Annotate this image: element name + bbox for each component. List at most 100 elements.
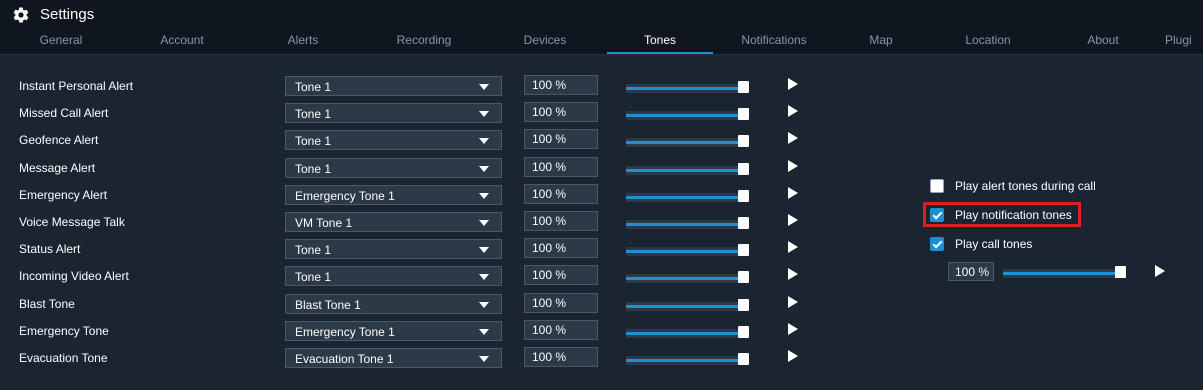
- tone-select[interactable]: Tone 1: [285, 76, 502, 96]
- tone-select[interactable]: Blast Tone 1: [285, 293, 502, 314]
- slider-thumb[interactable]: [738, 244, 749, 257]
- play-icon[interactable]: [788, 214, 798, 226]
- tab-notifications[interactable]: Notifications: [721, 28, 827, 52]
- volume-field[interactable]: 100 %: [524, 102, 598, 123]
- tone-select[interactable]: Evacuation Tone 1: [285, 348, 502, 368]
- chevron-down-icon: [479, 328, 489, 335]
- tone-select[interactable]: Emergency Tone 1: [285, 320, 502, 341]
- tone-select[interactable]: Tone 1: [285, 266, 502, 287]
- tone-select[interactable]: Emergency Tone 1: [285, 184, 502, 205]
- volume-slider[interactable]: [626, 81, 754, 95]
- play-icon[interactable]: [788, 105, 798, 118]
- tab-devices[interactable]: Devices: [492, 28, 598, 52]
- slider-thumb[interactable]: [738, 189, 749, 202]
- slider-fill: [626, 114, 748, 118]
- tone-row: Incoming Video Alert Tone 1 100 %: [0, 265, 820, 288]
- call-volume-field[interactable]: 100 %: [948, 262, 994, 281]
- slider-thumb[interactable]: [738, 217, 749, 229]
- tone-select[interactable]: Tone 1: [285, 239, 502, 260]
- volume-field[interactable]: 100 %: [524, 183, 598, 204]
- tab-account[interactable]: Account: [129, 28, 235, 52]
- tone-select[interactable]: VM Tone 1: [285, 212, 502, 232]
- slider-thumb[interactable]: [738, 298, 749, 311]
- tone-select-value: Tone 1: [295, 270, 332, 285]
- tone-row-label: Incoming Video Alert: [19, 269, 129, 284]
- chevron-down-icon: [479, 192, 489, 199]
- play-icon[interactable]: [788, 295, 798, 308]
- play-icon[interactable]: [788, 78, 798, 90]
- slider-fill: [626, 168, 748, 172]
- volume-slider[interactable]: [626, 325, 754, 340]
- tab-about[interactable]: About: [1050, 28, 1156, 52]
- play-alert-during-call-label: Play alert tones during call: [955, 179, 1096, 193]
- slider-fill: [626, 359, 748, 362]
- tab-bar: General Account Alerts Recording Devices…: [0, 28, 1203, 55]
- tone-row: Emergency Alert Emergency Tone 1 100 %: [0, 183, 820, 207]
- volume-slider[interactable]: [626, 353, 754, 367]
- gear-icon: [13, 7, 29, 23]
- chevron-down-icon: [479, 111, 489, 118]
- slider-thumb[interactable]: [738, 162, 749, 175]
- play-icon[interactable]: [1155, 265, 1165, 277]
- volume-slider[interactable]: [626, 135, 754, 149]
- play-icon[interactable]: [788, 132, 798, 145]
- tab-general[interactable]: General: [8, 28, 114, 52]
- volume-slider[interactable]: [626, 244, 754, 258]
- tone-select[interactable]: Tone 1: [285, 157, 502, 178]
- slider-fill: [626, 141, 748, 145]
- tone-select-value: Tone 1: [295, 243, 332, 258]
- slider-thumb[interactable]: [738, 108, 749, 121]
- play-icon[interactable]: [788, 350, 798, 362]
- volume-field[interactable]: 100 %: [524, 238, 598, 259]
- slider-thumb[interactable]: [738, 81, 749, 93]
- slider-thumb[interactable]: [1115, 266, 1126, 278]
- play-icon[interactable]: [788, 322, 798, 335]
- tone-select-value: Emergency Tone 1: [295, 188, 395, 203]
- slider-thumb[interactable]: [738, 353, 749, 365]
- volume-field[interactable]: 100 %: [524, 292, 598, 313]
- tab-recording[interactable]: Recording: [371, 28, 477, 52]
- chevron-down-icon: [479, 274, 489, 281]
- volume-field[interactable]: 100 %: [524, 211, 598, 231]
- tone-row-label: Message Alert: [19, 160, 96, 175]
- slider-fill: [626, 223, 748, 226]
- tab-tones[interactable]: Tones: [607, 28, 713, 54]
- slider-fill: [626, 277, 748, 281]
- slider-thumb[interactable]: [738, 271, 749, 284]
- play-icon[interactable]: [788, 186, 798, 199]
- play-icon[interactable]: [788, 159, 798, 172]
- volume-field[interactable]: 100 %: [524, 347, 598, 367]
- volume-field[interactable]: 100 %: [524, 156, 598, 177]
- chevron-down-icon: [479, 165, 489, 172]
- tab-alerts[interactable]: Alerts: [250, 28, 356, 52]
- volume-field[interactable]: 100 %: [524, 319, 598, 340]
- volume-slider[interactable]: [626, 298, 754, 313]
- tone-row-label: Instant Personal Alert: [19, 79, 134, 93]
- tab-map[interactable]: Map: [828, 28, 934, 52]
- volume-slider[interactable]: [626, 162, 754, 177]
- play-call-checkbox[interactable]: [930, 237, 944, 251]
- slider-thumb[interactable]: [738, 135, 749, 148]
- tone-select-value: Tone 1: [295, 80, 332, 94]
- call-volume-slider[interactable]: [1003, 266, 1131, 280]
- tone-row-label: Missed Call Alert: [19, 106, 109, 121]
- volume-field[interactable]: 100 %: [524, 75, 598, 95]
- play-icon[interactable]: [788, 268, 798, 281]
- volume-field[interactable]: 100 %: [524, 265, 598, 286]
- tone-row: Message Alert Tone 1 100 %: [0, 156, 820, 180]
- volume-slider[interactable]: [626, 108, 754, 122]
- volume-slider[interactable]: [626, 217, 754, 231]
- slider-fill: [626, 87, 748, 90]
- tone-select[interactable]: Tone 1: [285, 130, 502, 151]
- tone-select-value: Tone 1: [295, 134, 332, 149]
- slider-thumb[interactable]: [738, 325, 749, 338]
- tab-location[interactable]: Location: [935, 28, 1041, 52]
- play-icon[interactable]: [788, 241, 798, 254]
- chevron-down-icon: [479, 301, 489, 308]
- volume-slider[interactable]: [626, 271, 754, 285]
- tone-select[interactable]: Tone 1: [285, 103, 502, 124]
- volume-field[interactable]: 100 %: [524, 129, 598, 150]
- volume-slider[interactable]: [626, 189, 754, 204]
- tab-plugins[interactable]: Plugi: [1165, 28, 1203, 52]
- play-alert-during-call-checkbox[interactable]: [930, 179, 944, 193]
